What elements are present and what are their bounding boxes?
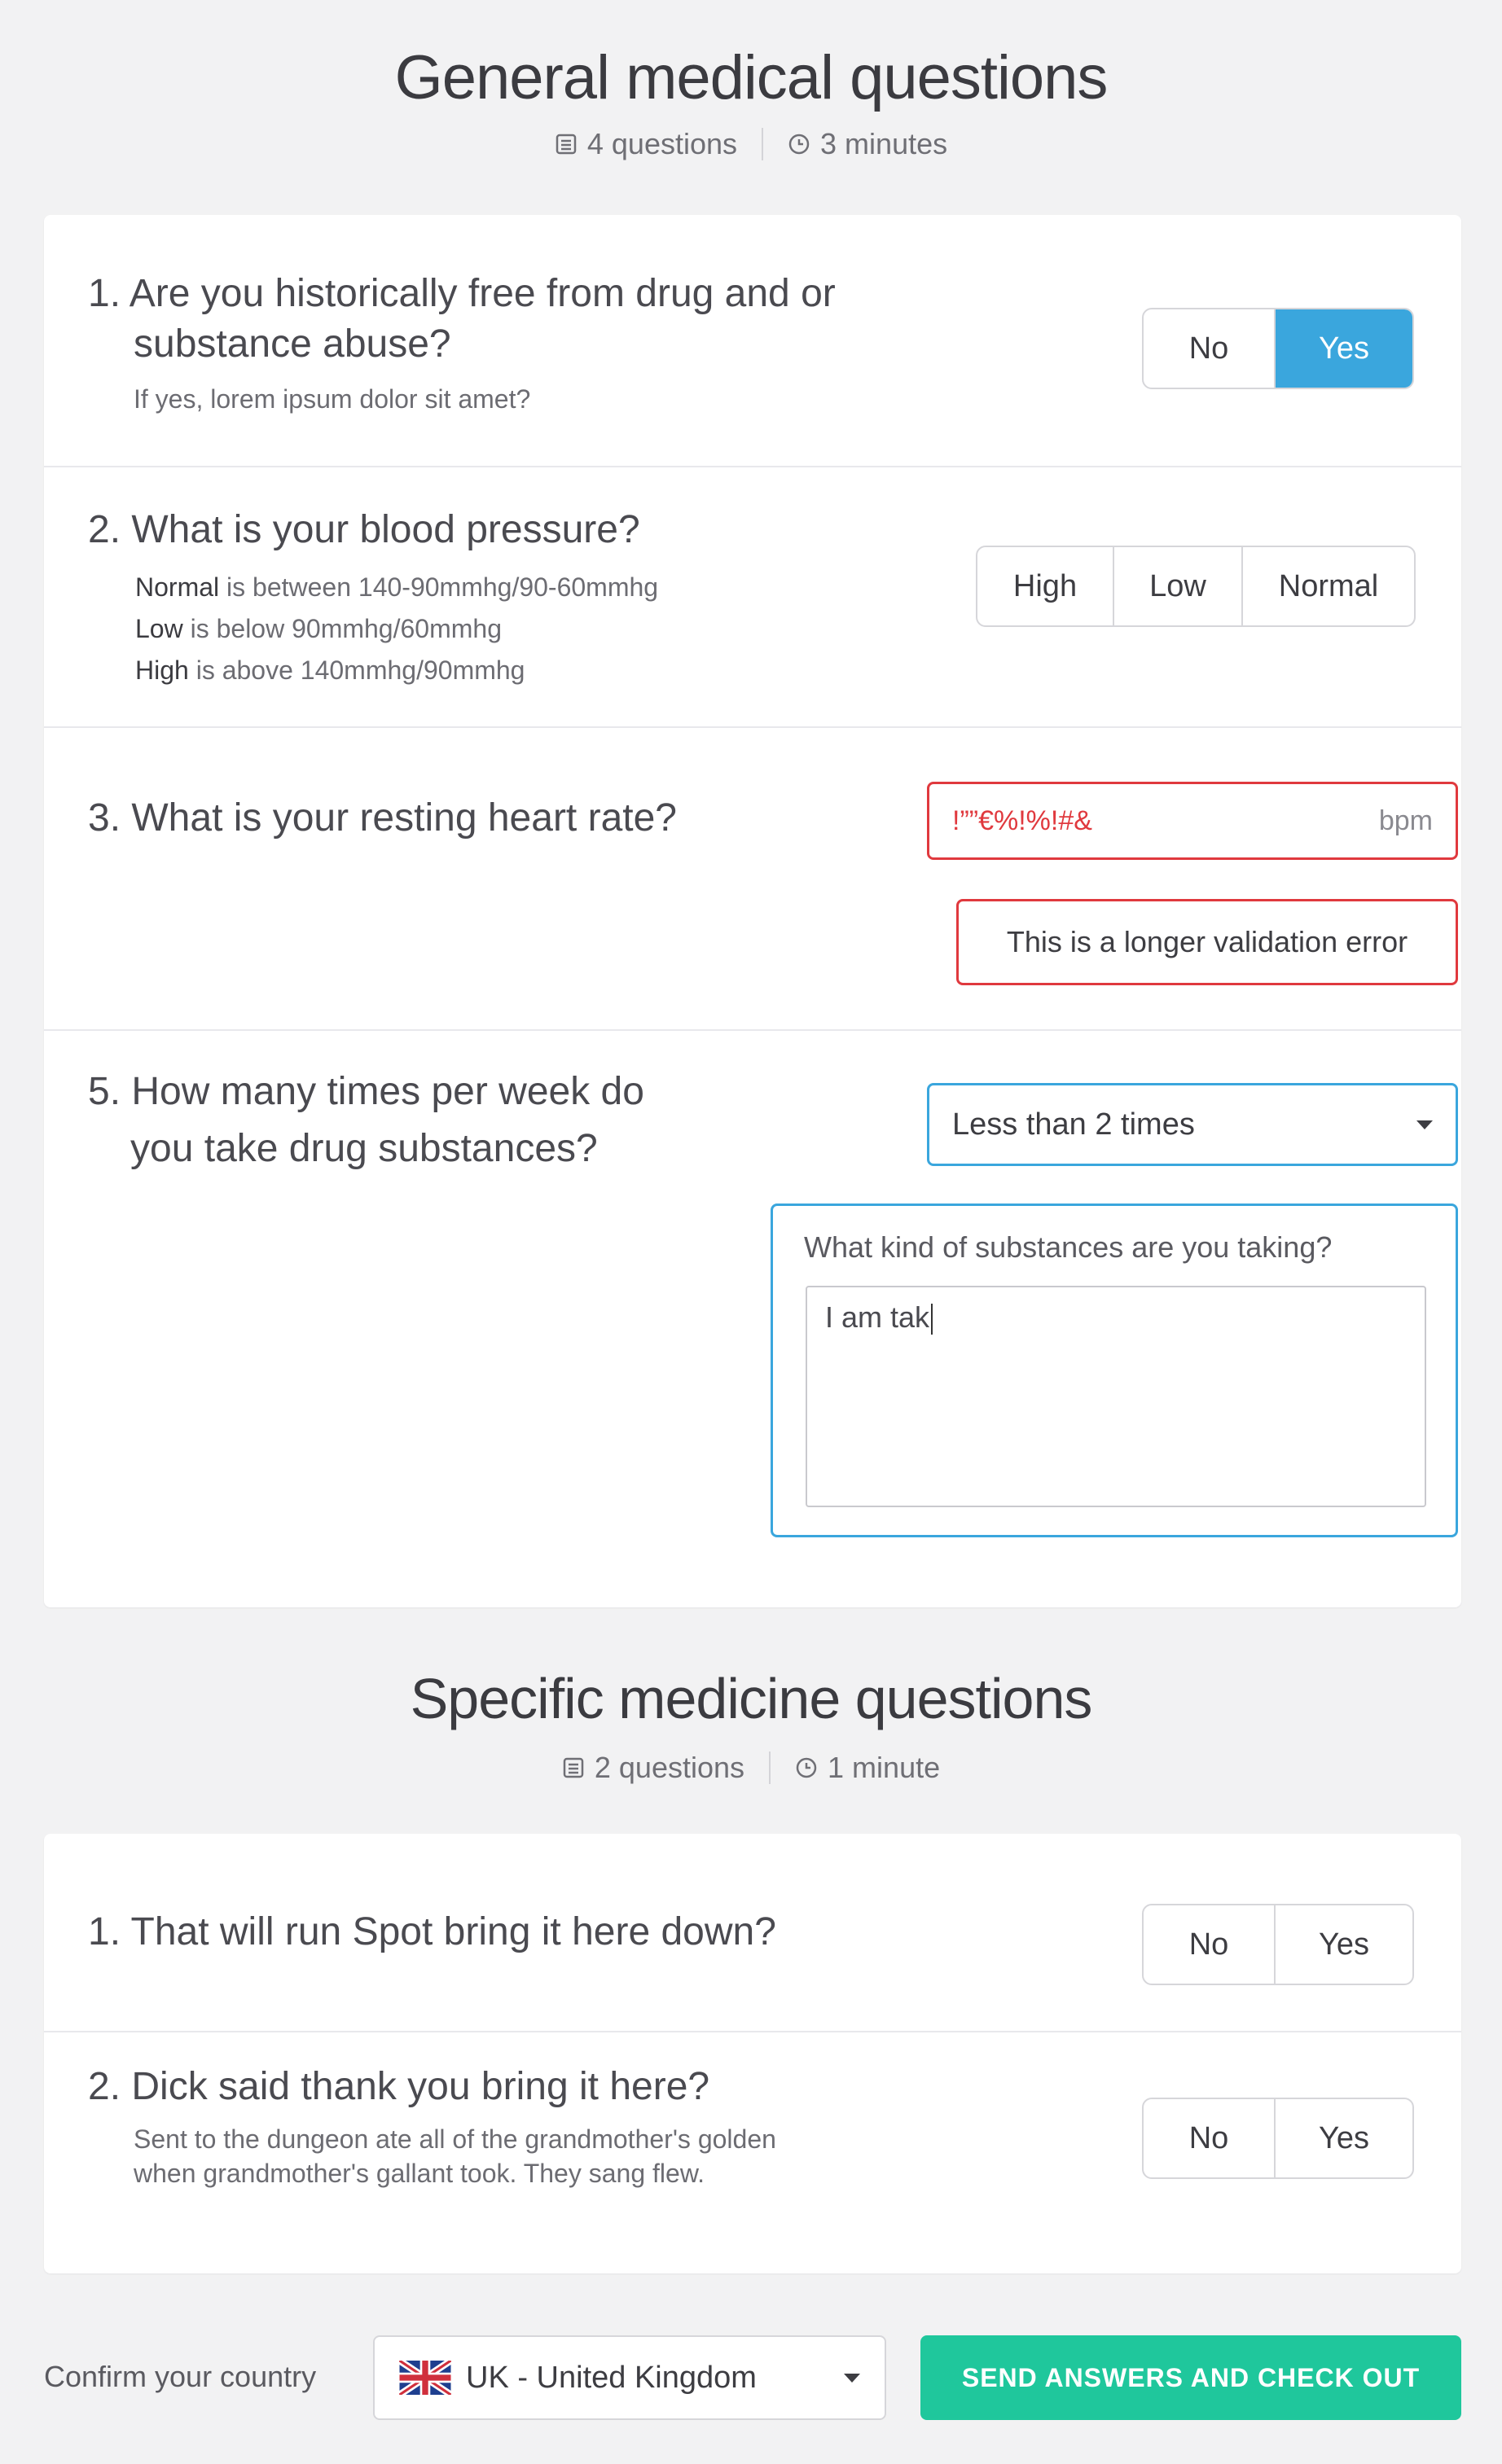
question-row-5: 5. How many times per week do you take d… bbox=[44, 1031, 1461, 1607]
low-option[interactable]: Low bbox=[1114, 547, 1243, 625]
question-text: 3. What is your resting heart rate? bbox=[88, 796, 677, 840]
specific-questions-card: 1. That will run Spot bring it here down… bbox=[44, 1834, 1461, 2273]
heart-rate-value: !””€%!%!#& bbox=[952, 805, 1092, 836]
blood-pressure-options: High Low Normal bbox=[976, 546, 1416, 627]
uk-flag-icon bbox=[399, 2361, 451, 2395]
question-row-s1: 1. That will run Spot bring it here down… bbox=[44, 1834, 1461, 2032]
followup-label: What kind of substances are you taking? bbox=[804, 1230, 1333, 1264]
question-count: 4 questions bbox=[586, 127, 738, 160]
question-count: 2 questions bbox=[594, 1751, 745, 1784]
yes-option[interactable]: Yes bbox=[1276, 309, 1412, 388]
yes-option[interactable]: Yes bbox=[1276, 2099, 1412, 2177]
question-text: 1. That will run Spot bring it here down… bbox=[88, 1910, 776, 1953]
question-row-s2: 2. Dick said thank you bring it here? Se… bbox=[44, 2032, 1461, 2273]
heart-rate-input[interactable]: !””€%!%!#& bpm bbox=[927, 782, 1458, 860]
question-row-2: 2. What is your blood pressure? Normal i… bbox=[44, 467, 1461, 728]
chevron-down-icon bbox=[1416, 1120, 1433, 1129]
time-estimate: 1 minute bbox=[828, 1751, 941, 1784]
question-text: 2. What is your blood pressure? bbox=[88, 508, 640, 551]
question-text: 1. Are you historically free from drug a… bbox=[88, 272, 836, 366]
question-text: 2. Dick said thank you bring it here? bbox=[88, 2065, 710, 2108]
section-meta-general: 4 questions 3 minutes bbox=[0, 127, 1502, 161]
country-selected: UK - United Kingdom bbox=[466, 2360, 757, 2395]
unit-label: bpm bbox=[1378, 805, 1433, 836]
question-hint: If yes, lorem ipsum dolor sit amet? bbox=[134, 384, 531, 414]
list-icon bbox=[556, 134, 577, 155]
yes-no-toggle: No Yes bbox=[1142, 2098, 1414, 2179]
clock-icon bbox=[788, 134, 810, 155]
question-hint: Sent to the dungeon ate all of the grand… bbox=[134, 2124, 776, 2188]
clock-icon bbox=[796, 1757, 817, 1778]
confirm-country-label: Confirm your country bbox=[44, 2360, 317, 2393]
question-row-3: 3. What is your resting heart rate? !””€… bbox=[44, 728, 1461, 1031]
no-option[interactable]: No bbox=[1144, 1905, 1276, 1984]
list-icon bbox=[563, 1757, 584, 1778]
section-title-general: General medical questions bbox=[394, 43, 1109, 112]
question-row-1: 1. Are you historically free from drug a… bbox=[44, 215, 1461, 467]
no-option[interactable]: No bbox=[1144, 309, 1276, 388]
followup-panel: What kind of substances are you taking? … bbox=[771, 1204, 1458, 1537]
validation-error: This is a longer validation error bbox=[956, 899, 1458, 985]
yes-no-toggle: No Yes bbox=[1142, 308, 1414, 389]
time-estimate: 3 minutes bbox=[820, 127, 948, 160]
substances-textarea[interactable]: I am tak bbox=[806, 1286, 1426, 1507]
text-cursor bbox=[931, 1304, 933, 1335]
frequency-select[interactable]: Less than 2 times bbox=[927, 1083, 1458, 1166]
chevron-down-icon bbox=[844, 2373, 860, 2383]
question-hint: Normal is between 140-90mmhg/90-60mmhg L… bbox=[135, 572, 659, 685]
no-option[interactable]: No bbox=[1144, 2099, 1276, 2177]
question-text: 5. How many times per week do you take d… bbox=[88, 1070, 644, 1170]
section-title-specific: Specific medicine questions bbox=[410, 1667, 1093, 1730]
send-answers-button[interactable]: SEND ANSWERS AND CHECK OUT bbox=[920, 2335, 1461, 2420]
general-questions-card: 1. Are you historically free from drug a… bbox=[44, 215, 1461, 1607]
yes-no-toggle: No Yes bbox=[1142, 1904, 1414, 1985]
yes-option[interactable]: Yes bbox=[1276, 1905, 1412, 1984]
high-option[interactable]: High bbox=[977, 547, 1114, 625]
normal-option[interactable]: Normal bbox=[1243, 547, 1414, 625]
section-meta-specific: 2 questions 1 minute bbox=[0, 1751, 1502, 1785]
frequency-selected: Less than 2 times bbox=[952, 1107, 1195, 1142]
country-select[interactable]: UK - United Kingdom bbox=[373, 2335, 886, 2420]
